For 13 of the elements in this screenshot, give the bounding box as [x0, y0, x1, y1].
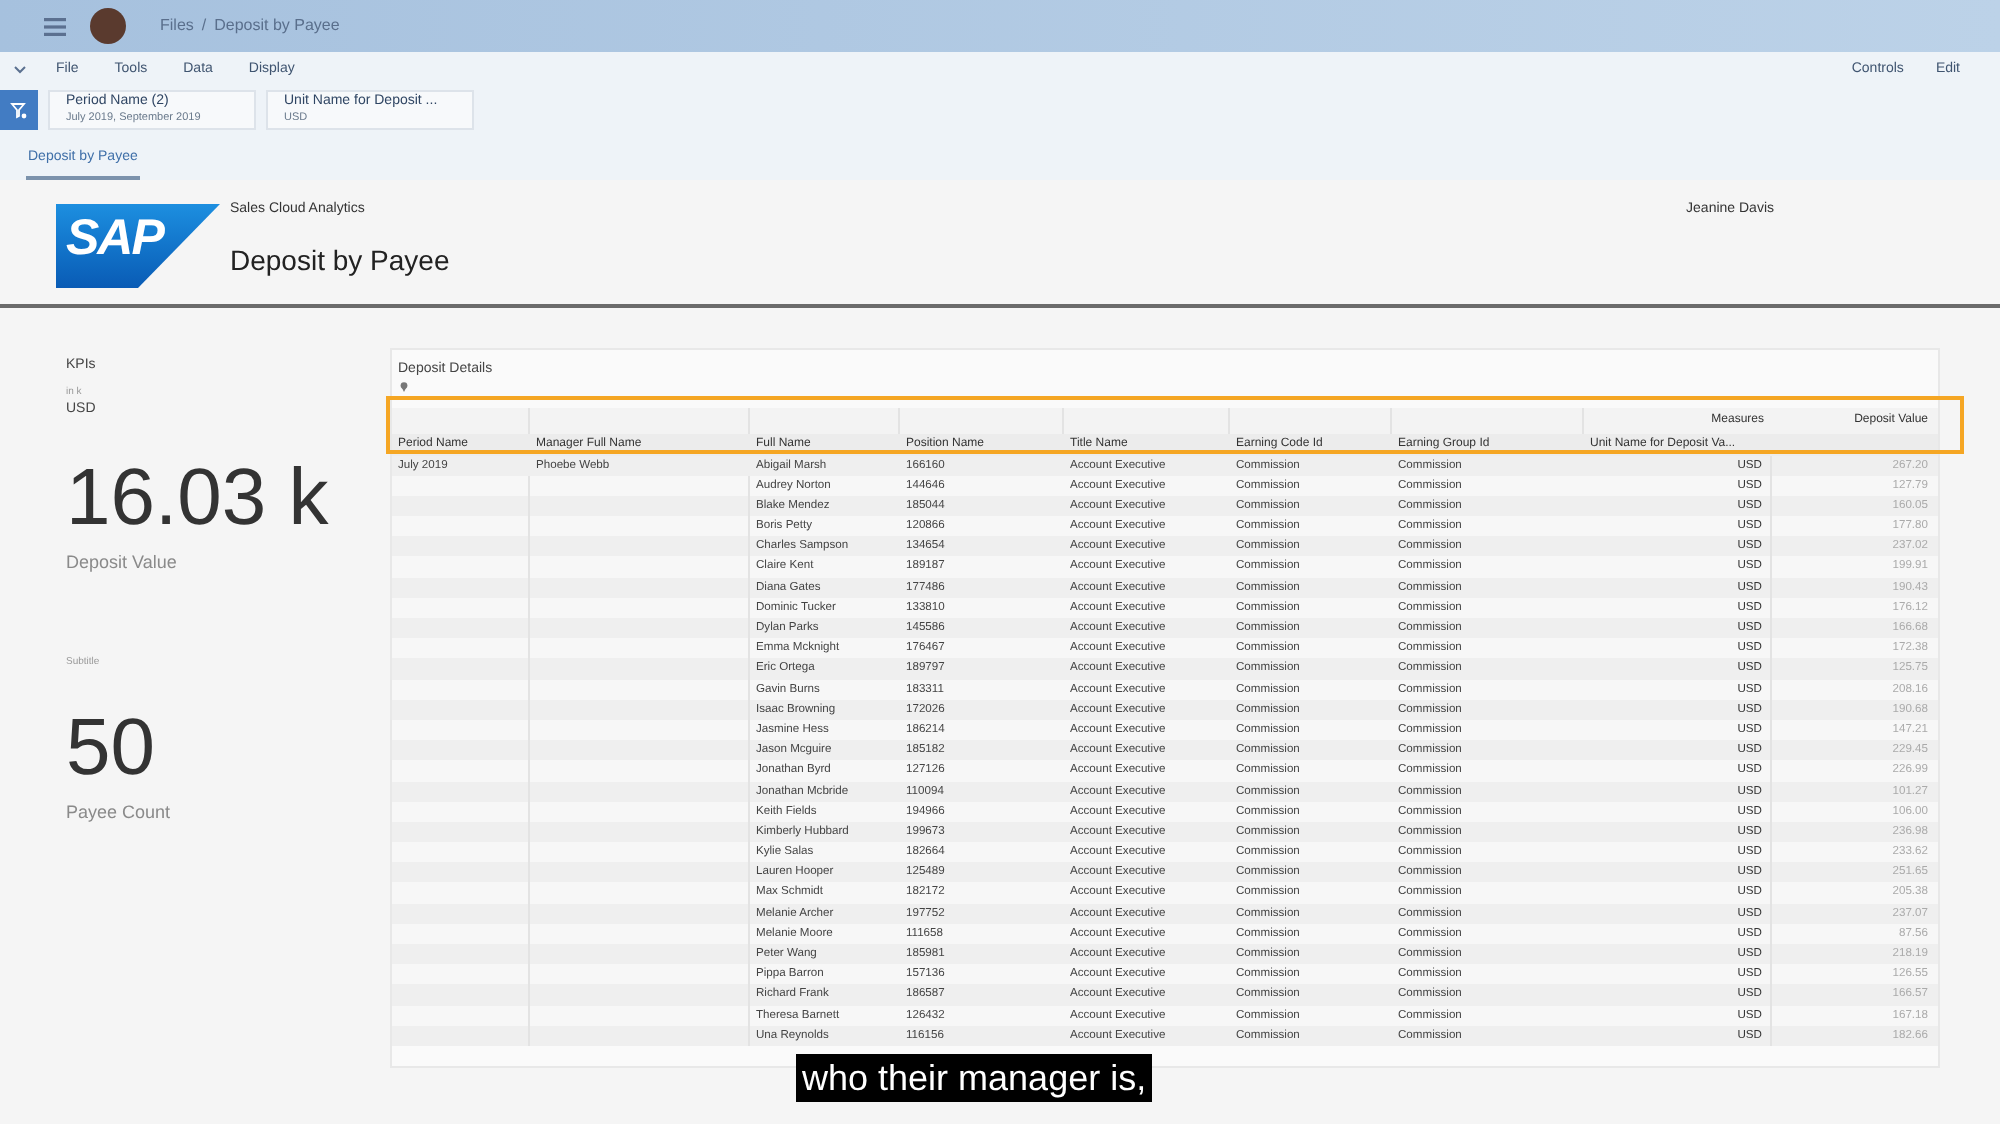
chevron-down-icon[interactable] [12, 62, 28, 78]
kpi-label: Payee Count [66, 799, 173, 826]
kpi-value: 50 [66, 707, 157, 787]
video-caption: who their manager is, [796, 1054, 1153, 1102]
filter-icon[interactable] [0, 90, 38, 130]
report-title: Deposit by Payee [230, 241, 450, 280]
pin-icon [400, 381, 408, 391]
menu-icon[interactable] [40, 14, 68, 38]
kpi-label: Deposit Value [66, 549, 179, 576]
breadcrumb-item: Deposit by Payee [214, 14, 340, 38]
breadcrumb-separator: / [201, 14, 207, 38]
kpi-value: 16.03 k [66, 457, 331, 537]
sap-logo: SAP [56, 204, 220, 288]
